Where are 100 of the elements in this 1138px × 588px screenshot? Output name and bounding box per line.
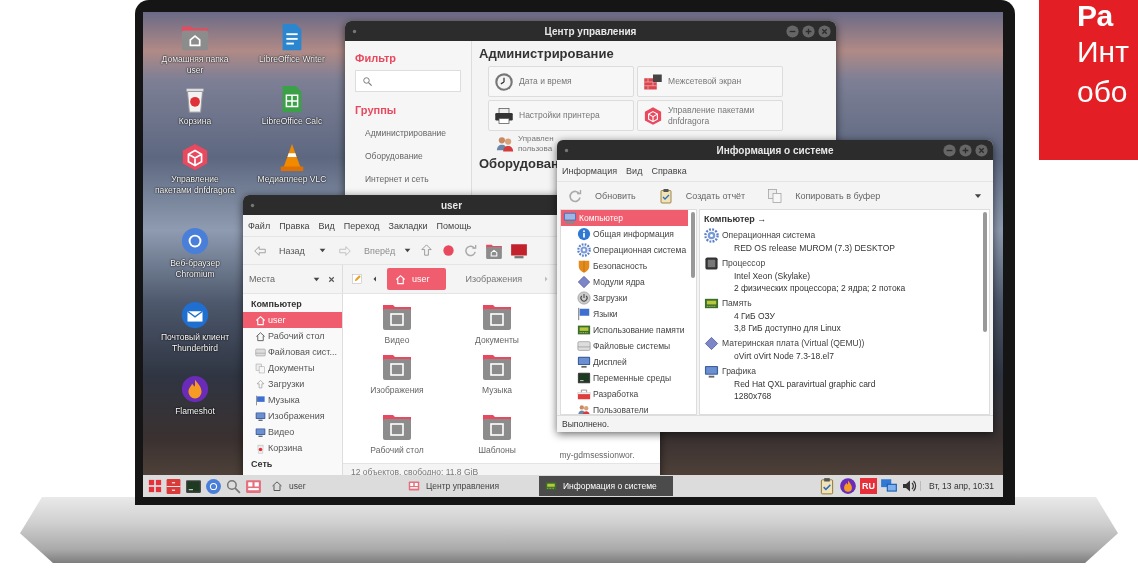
file-label[interactable]: my-gdmsessionwor. bbox=[559, 450, 635, 460]
sidebar-item[interactable]: Файловая сист... bbox=[243, 344, 342, 360]
file-label[interactable]: Документы bbox=[475, 335, 519, 345]
package-icon[interactable] bbox=[180, 142, 210, 172]
memory-icon bbox=[577, 323, 591, 337]
tree-item[interactable]: Языки bbox=[561, 306, 688, 322]
tree-item[interactable]: Операционная система bbox=[561, 242, 688, 258]
browser-icon[interactable] bbox=[180, 226, 210, 256]
tree-item[interactable]: Переменные среды bbox=[561, 370, 688, 386]
menu-item[interactable]: Переход bbox=[343, 220, 380, 231]
places-dropdown[interactable]: Места bbox=[249, 274, 306, 284]
details-heading: Компьютер → bbox=[704, 213, 768, 226]
minimize-icon[interactable] bbox=[786, 24, 799, 38]
flag-icon bbox=[577, 307, 591, 321]
language-indicator[interactable]: RU bbox=[860, 478, 878, 494]
search-icon[interactable] bbox=[225, 477, 242, 495]
sidebar-item[interactable]: Интернет и сеть bbox=[355, 168, 461, 191]
settings-tile[interactable]: Управлен пользова bbox=[495, 134, 553, 154]
tree-item[interactable]: Разработка bbox=[561, 386, 688, 402]
file-label[interactable]: Видео bbox=[384, 335, 410, 345]
volume-icon[interactable] bbox=[901, 478, 918, 494]
sidebar-item[interactable]: Загрузки bbox=[243, 376, 342, 392]
tree-item[interactable]: Модули ядра bbox=[561, 274, 688, 290]
pencil-icon[interactable] bbox=[351, 273, 363, 285]
tree-item[interactable]: Дисплей bbox=[561, 354, 688, 370]
toolbar-button[interactable]: Обновить bbox=[567, 187, 636, 204]
taskbar-button[interactable]: Информация о системе bbox=[539, 476, 673, 496]
tree-item[interactable]: Загрузки bbox=[561, 290, 688, 306]
menu-item[interactable]: Закладки bbox=[388, 220, 428, 231]
tree-item[interactable]: Пользователи bbox=[561, 402, 688, 414]
menu-item[interactable]: Информация bbox=[562, 165, 618, 176]
monitor-icon bbox=[577, 355, 591, 369]
desktop-icon-label[interactable]: Почтовый клиент Thunderbird bbox=[153, 332, 237, 354]
scrollbar-thumb[interactable] bbox=[691, 212, 695, 278]
desktop-icon-label[interactable]: Корзина bbox=[178, 116, 212, 127]
section-title: Материнская плата (Virtual (QEMU)) bbox=[722, 338, 865, 348]
up-arrow-icon[interactable] bbox=[419, 243, 434, 258]
path-button[interactable]: Изображения bbox=[453, 268, 535, 290]
caret-left-icon[interactable] bbox=[371, 275, 379, 283]
flame-icon[interactable] bbox=[839, 477, 858, 495]
tree-item[interactable]: Общая информация bbox=[561, 226, 688, 242]
nav-button[interactable]: Назад bbox=[249, 243, 311, 258]
sidebar-item[interactable]: Оборудование bbox=[355, 145, 461, 168]
reload-icon[interactable] bbox=[463, 243, 478, 258]
file-label[interactable]: Музыка bbox=[481, 385, 513, 395]
clock-text[interactable]: Вт, 13 апр, 10:31 bbox=[920, 481, 998, 491]
sidebar-item[interactable]: Изображения bbox=[243, 408, 342, 424]
apps-icon[interactable] bbox=[148, 479, 162, 493]
control-panel-icon bbox=[408, 480, 420, 492]
file-label[interactable]: Шаблоны bbox=[478, 445, 516, 455]
maximize-icon[interactable] bbox=[959, 143, 972, 157]
stop-icon[interactable] bbox=[441, 243, 456, 258]
scrollbar-thumb[interactable] bbox=[983, 212, 987, 332]
menu-item[interactable]: Вид bbox=[626, 165, 643, 176]
settings-tile[interactable]: Управление пакетами dnfdragora bbox=[637, 100, 783, 131]
menu-item[interactable]: Файл bbox=[248, 220, 271, 231]
tree-item[interactable]: Файловые системы bbox=[561, 338, 688, 354]
users-icon bbox=[577, 403, 591, 414]
settings-tile[interactable]: Дата и время bbox=[488, 66, 634, 97]
sidebar-item[interactable]: Администрирование bbox=[355, 122, 461, 145]
toolbar-button[interactable]: Копировать в буфер bbox=[767, 187, 881, 204]
sidebar-item[interactable]: Документы bbox=[243, 360, 342, 376]
sidebar-item[interactable]: Видео bbox=[243, 424, 342, 440]
caret-icon[interactable] bbox=[403, 246, 412, 255]
menu-item[interactable]: Справка bbox=[651, 165, 687, 176]
terminal-icon[interactable] bbox=[185, 477, 202, 495]
search-field[interactable] bbox=[355, 70, 461, 92]
minimize-icon[interactable] bbox=[943, 143, 956, 157]
desktop-icon-label[interactable]: Flameshot bbox=[175, 406, 215, 417]
menu-item[interactable]: Вид bbox=[318, 220, 335, 231]
sidebar-item[interactable]: Рабочий стол bbox=[243, 328, 342, 344]
tree-item[interactable]: Безопасность bbox=[561, 258, 688, 274]
file-label[interactable]: Рабочий стол bbox=[370, 445, 424, 455]
browser-icon[interactable] bbox=[205, 477, 222, 495]
desktop-icon-label[interactable]: Веб-браузер Chromium bbox=[153, 258, 237, 280]
sidebar-item[interactable]: Музыка bbox=[243, 392, 342, 408]
section-heading: Администрирование bbox=[479, 46, 614, 61]
computer-icon bbox=[563, 211, 577, 225]
desktop-icon-label[interactable]: LibreOffice Calc bbox=[261, 116, 323, 127]
close-icon[interactable] bbox=[327, 274, 336, 284]
caret-icon[interactable] bbox=[318, 246, 327, 255]
cabinet-icon[interactable] bbox=[165, 477, 182, 495]
flame-icon[interactable] bbox=[180, 374, 210, 404]
mail-icon[interactable] bbox=[180, 300, 210, 330]
toolbar-button[interactable]: Создать отчёт bbox=[657, 187, 746, 204]
file-label[interactable]: Изображения bbox=[370, 385, 424, 395]
desktop-icon-label[interactable]: Медиаплеер VLC bbox=[257, 174, 327, 185]
tree-item[interactable]: Использование памяти bbox=[561, 322, 688, 338]
network-icon[interactable] bbox=[880, 477, 899, 495]
menu-item[interactable]: Помощь bbox=[436, 220, 472, 231]
monitor-icon[interactable] bbox=[510, 241, 528, 260]
shield-icon bbox=[577, 259, 591, 273]
settings-tile[interactable]: Настройки принтера bbox=[488, 100, 634, 131]
search-icon bbox=[362, 75, 373, 87]
sidebar-item[interactable]: Корзина bbox=[243, 440, 342, 456]
desktop-icon-label[interactable]: Управление пакетами dnfdragora bbox=[153, 174, 237, 196]
settings-tile[interactable]: Межсетевой экран bbox=[637, 66, 783, 97]
control-panel-icon[interactable] bbox=[245, 477, 262, 495]
maximize-icon[interactable] bbox=[802, 24, 815, 38]
menu-item[interactable]: Правка bbox=[279, 220, 310, 231]
